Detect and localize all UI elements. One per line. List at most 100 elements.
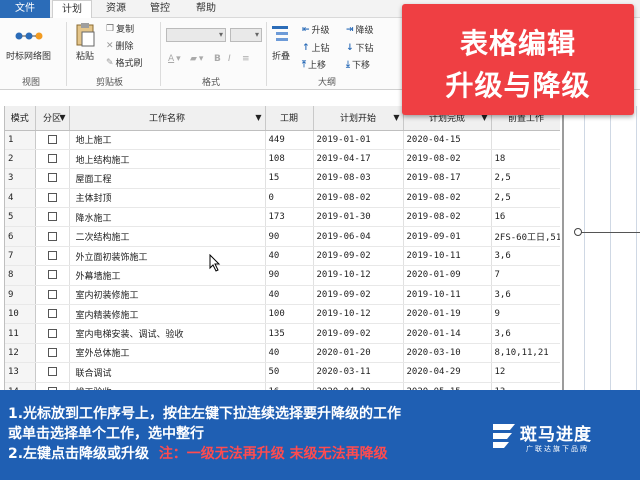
table-row[interactable]: 6 二次结构施工 90 2019-06-04 2019-09-01 2FS-60工日,51: [5, 226, 560, 247]
italic-button[interactable]: I: [228, 54, 231, 64]
duration-cell[interactable]: 50: [265, 362, 314, 383]
gantt-pane[interactable]: [562, 106, 640, 392]
filter-dropdown-icon[interactable]: ▼: [393, 113, 399, 122]
fill-color-button[interactable]: ▰ ▾: [190, 54, 203, 64]
col-task-name-header[interactable]: 工作名称 ▼: [69, 106, 266, 131]
bold-button[interactable]: B: [214, 54, 221, 64]
col-mode-header[interactable]: 模式: [5, 106, 36, 131]
col-duration-header[interactable]: 工期: [265, 106, 314, 131]
table-row[interactable]: 1 地上施工 449 2019-01-01 2020-04-15: [5, 130, 560, 150]
filter-dropdown-icon[interactable]: ▼: [59, 113, 65, 122]
duration-cell[interactable]: 0: [265, 188, 314, 209]
plan-finish-cell[interactable]: 2019-08-02: [403, 188, 492, 209]
plan-finish-cell[interactable]: 2020-01-14: [403, 323, 492, 344]
row-number-cell[interactable]: 4: [5, 188, 36, 209]
tab-file[interactable]: 文件: [0, 0, 50, 18]
predecessor-cell[interactable]: 16: [491, 207, 560, 228]
row-number-cell[interactable]: 10: [5, 304, 36, 325]
predecessor-cell[interactable]: 12: [491, 362, 560, 383]
format-painter-button[interactable]: ✎ 格式刷: [106, 56, 143, 70]
task-name-cell[interactable]: 地上施工: [69, 130, 266, 150]
move-top-button[interactable]: ⤒ 上移: [302, 58, 326, 72]
section-checkbox[interactable]: [47, 289, 57, 299]
table-row[interactable]: 11 室内电梯安装、调试、验收 135 2019-09-02 2020-01-14 3,6: [5, 323, 560, 344]
predecessor-cell[interactable]: [491, 130, 560, 150]
plan-finish-cell[interactable]: 2019-08-02: [403, 207, 492, 228]
row-number-cell[interactable]: 3: [5, 168, 36, 189]
plan-start-cell[interactable]: 2019-01-30: [313, 207, 404, 228]
downgrade-button[interactable]: ⇥ 降级: [346, 23, 374, 37]
fold-button[interactable]: 折叠: [270, 22, 292, 62]
upgrade-button[interactable]: ⇤ 升级: [302, 23, 330, 37]
tab-plan[interactable]: 计划: [52, 0, 92, 18]
plan-start-cell[interactable]: 2019-10-12: [313, 265, 404, 286]
predecessor-cell[interactable]: 18: [491, 149, 560, 170]
row-number-cell[interactable]: 11: [5, 323, 36, 344]
col-section-header[interactable]: 分区 ▼: [35, 106, 70, 131]
delete-button[interactable]: ✕ 删除: [106, 39, 134, 53]
duration-cell[interactable]: 173: [265, 207, 314, 228]
plan-finish-cell[interactable]: 2020-04-29: [403, 362, 492, 383]
tab-resource[interactable]: 资源: [96, 0, 136, 18]
table-row[interactable]: 7 外立面初装饰施工 40 2019-09-02 2019-10-11 3,6: [5, 246, 560, 267]
plan-finish-cell[interactable]: 2019-09-01: [403, 226, 492, 247]
predecessor-cell[interactable]: 3,6: [491, 246, 560, 267]
duration-cell[interactable]: 90: [265, 265, 314, 286]
table-row[interactable]: 2 地上结构施工 108 2019-04-17 2019-08-02 18: [5, 149, 560, 170]
section-checkbox[interactable]: [47, 309, 57, 319]
table-row[interactable]: 5 降水施工 173 2019-01-30 2019-08-02 16: [5, 207, 560, 228]
font-size-select[interactable]: [230, 28, 262, 42]
duration-cell[interactable]: 449: [265, 130, 314, 150]
task-name-cell[interactable]: 联合调试: [69, 362, 266, 383]
plan-start-cell[interactable]: 2019-04-17: [313, 149, 404, 170]
move-up-button[interactable]: ↑ 上钻: [302, 41, 330, 55]
task-name-cell[interactable]: 地上结构施工: [69, 149, 266, 170]
section-checkbox[interactable]: [47, 367, 57, 377]
predecessor-cell[interactable]: 9: [491, 304, 560, 325]
task-name-cell[interactable]: 主体封顶: [69, 188, 266, 209]
tab-help[interactable]: 帮助: [186, 0, 226, 18]
duration-cell[interactable]: 40: [265, 246, 314, 267]
plan-start-cell[interactable]: 2019-09-02: [313, 285, 404, 306]
task-name-cell[interactable]: 室内精装修施工: [69, 304, 266, 325]
section-checkbox[interactable]: [47, 192, 57, 202]
row-number-cell[interactable]: 2: [5, 149, 36, 170]
plan-finish-cell[interactable]: 2020-04-15: [403, 130, 492, 150]
predecessor-cell[interactable]: 2,5: [491, 168, 560, 189]
row-number-cell[interactable]: 5: [5, 207, 36, 228]
plan-finish-cell[interactable]: 2020-03-10: [403, 343, 492, 364]
copy-button[interactable]: ❐ 复制: [106, 22, 134, 36]
predecessor-cell[interactable]: 3,6: [491, 323, 560, 344]
filter-dropdown-icon[interactable]: ▼: [255, 113, 261, 122]
plan-finish-cell[interactable]: 2019-08-02: [403, 149, 492, 170]
plan-finish-cell[interactable]: 2019-08-17: [403, 168, 492, 189]
plan-finish-cell[interactable]: 2019-10-11: [403, 285, 492, 306]
row-number-cell[interactable]: 8: [5, 265, 36, 286]
col-plan-start-header[interactable]: 计划开始 ▼: [313, 106, 404, 131]
tab-control[interactable]: 管控: [140, 0, 180, 18]
predecessor-cell[interactable]: 3,6: [491, 285, 560, 306]
plan-start-cell[interactable]: 2019-08-02: [313, 188, 404, 209]
timescale-network-button[interactable]: 时标网络图: [6, 24, 51, 62]
table-row[interactable]: 13 联合调试 50 2020-03-11 2020-04-29 12: [5, 362, 560, 383]
row-number-cell[interactable]: 6: [5, 226, 36, 247]
duration-cell[interactable]: 108: [265, 149, 314, 170]
plan-start-cell[interactable]: 2020-01-20: [313, 343, 404, 364]
duration-cell[interactable]: 90: [265, 226, 314, 247]
task-name-cell[interactable]: 屋面工程: [69, 168, 266, 189]
duration-cell[interactable]: 100: [265, 304, 314, 325]
row-number-cell[interactable]: 9: [5, 285, 36, 306]
plan-start-cell[interactable]: 2019-08-03: [313, 168, 404, 189]
plan-start-cell[interactable]: 2019-09-02: [313, 246, 404, 267]
task-name-cell[interactable]: 二次结构施工: [69, 226, 266, 247]
section-checkbox[interactable]: [47, 328, 57, 338]
task-name-cell[interactable]: 室内电梯安装、调试、验收: [69, 323, 266, 344]
predecessor-cell[interactable]: 7: [491, 265, 560, 286]
duration-cell[interactable]: 40: [265, 285, 314, 306]
font-family-select[interactable]: [166, 28, 226, 42]
predecessor-cell[interactable]: 2FS-60工日,51: [491, 226, 560, 247]
row-number-cell[interactable]: 1: [5, 130, 36, 150]
task-name-cell[interactable]: 降水施工: [69, 207, 266, 228]
section-checkbox[interactable]: [47, 251, 57, 261]
section-checkbox[interactable]: [47, 154, 57, 164]
